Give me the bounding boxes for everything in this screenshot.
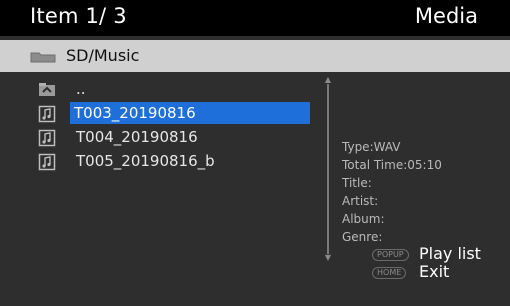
info-total-time: Total Time:05:10 <box>342 158 442 172</box>
file-list: .. T003_20190816 T004_20190816 T005_2019… <box>36 78 316 174</box>
track-info-panel: Type:WAV Total Time:05:10 Title: Artist:… <box>342 138 442 246</box>
info-type: Type:WAV <box>342 140 401 154</box>
popup-key-badge: POPUP <box>372 249 409 261</box>
path-bar: SD/Music <box>0 40 510 72</box>
current-path: SD/Music <box>66 46 140 65</box>
mode-title: Media <box>414 4 478 28</box>
scroll-down-icon: ▼ <box>324 253 332 262</box>
info-artist: Artist: <box>342 194 379 208</box>
list-scrollbar[interactable]: ▲ ▼ <box>322 76 334 262</box>
list-item-t004[interactable]: T004_20190816 <box>36 126 316 150</box>
music-file-icon <box>38 129 56 147</box>
list-item-label: T003_20190816 <box>70 102 310 124</box>
info-album: Album: <box>342 212 385 226</box>
scrollbar-track <box>327 84 329 254</box>
button-hints: POPUP Play list HOME Exit <box>372 244 508 306</box>
list-item-t005[interactable]: T005_20190816_b <box>36 150 316 174</box>
hint-label: Play list <box>419 244 481 263</box>
list-item-t003[interactable]: T003_20190816 <box>36 102 316 126</box>
list-item-label: T004_20190816 <box>76 128 198 146</box>
hint-label: Exit <box>419 262 450 281</box>
list-item-label: .. <box>76 80 86 98</box>
folder-icon <box>30 52 56 63</box>
scroll-up-icon: ▲ <box>324 75 332 84</box>
parent-folder-icon <box>39 83 55 96</box>
music-file-icon <box>38 105 56 123</box>
info-title: Title: <box>342 176 372 190</box>
list-item-label: T005_20190816_b <box>76 152 215 170</box>
media-browser-screen: Item 1/ 3 Media SD/Music .. T003_2019081… <box>0 0 510 306</box>
music-file-icon <box>38 153 56 171</box>
list-item-parent[interactable]: .. <box>36 78 316 102</box>
header-bar: Item 1/ 3 Media <box>0 0 510 36</box>
item-counter: Item 1/ 3 <box>30 4 127 28</box>
home-key-badge: HOME <box>372 267 407 279</box>
